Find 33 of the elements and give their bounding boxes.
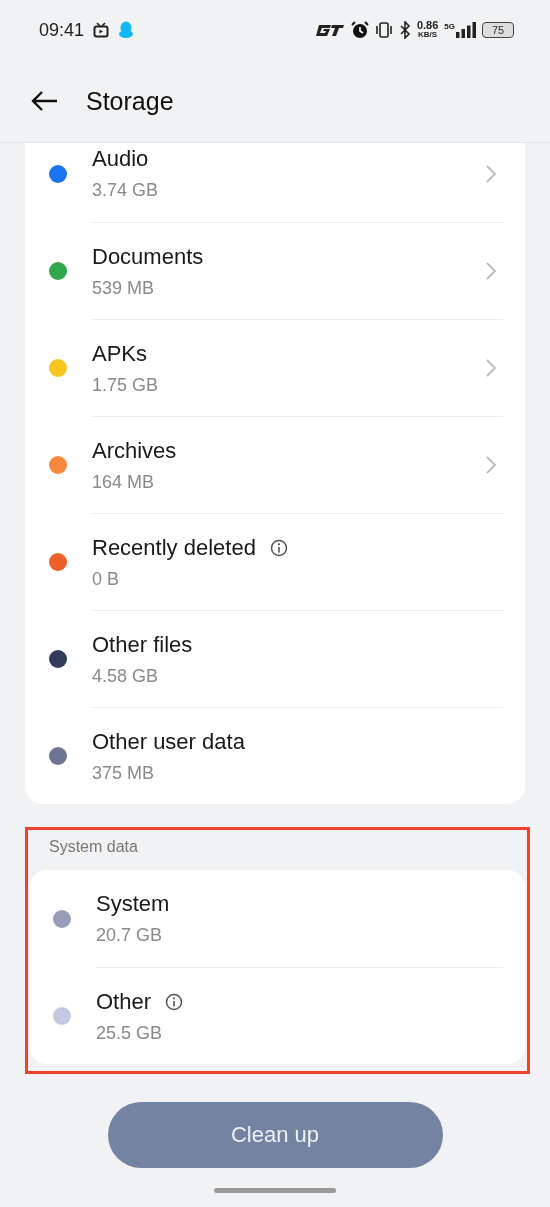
alarm-clock-icon (350, 21, 369, 39)
category-size: 4.58 GB (92, 665, 160, 687)
category-name: Recently deleted (92, 534, 256, 561)
back-arrow-icon (30, 90, 58, 112)
clean-up-button[interactable]: Clean up (107, 1102, 443, 1168)
vibrate-icon (374, 22, 393, 38)
network-type: 5G (444, 22, 455, 31)
category-size: 20.7 GB (96, 925, 164, 946)
network-speed: 0.86 (416, 21, 439, 30)
tv-icon (93, 22, 110, 38)
category-name: APKs (92, 340, 148, 367)
category-name: Documents (92, 243, 204, 270)
category-size: 1.75 GB (92, 374, 160, 396)
signal-icon (456, 22, 476, 38)
category-size: 375 MB (92, 762, 156, 784)
category-name: Archives (92, 437, 177, 464)
page-title: Storage (86, 86, 174, 116)
section-label: System data (48, 837, 139, 857)
clock-time: 09:41 (39, 19, 85, 41)
battery-level: 75 (491, 24, 505, 36)
category-name: Other (96, 988, 152, 1015)
category-name: System (96, 891, 170, 917)
category-size: 539 MB (92, 277, 156, 299)
speed-unit: KB/S (418, 30, 438, 39)
category-name: Other files (92, 631, 193, 658)
category-name: Other user data (92, 728, 245, 755)
category-name: Audio (92, 146, 149, 172)
category-size: 0 B (92, 568, 121, 590)
category-size: 164 MB (92, 471, 156, 493)
gt-icon (314, 24, 345, 36)
bluetooth-icon (398, 21, 411, 39)
category-size: 3.74 GB (92, 180, 160, 201)
category-size: 25.5 GB (96, 1022, 164, 1044)
